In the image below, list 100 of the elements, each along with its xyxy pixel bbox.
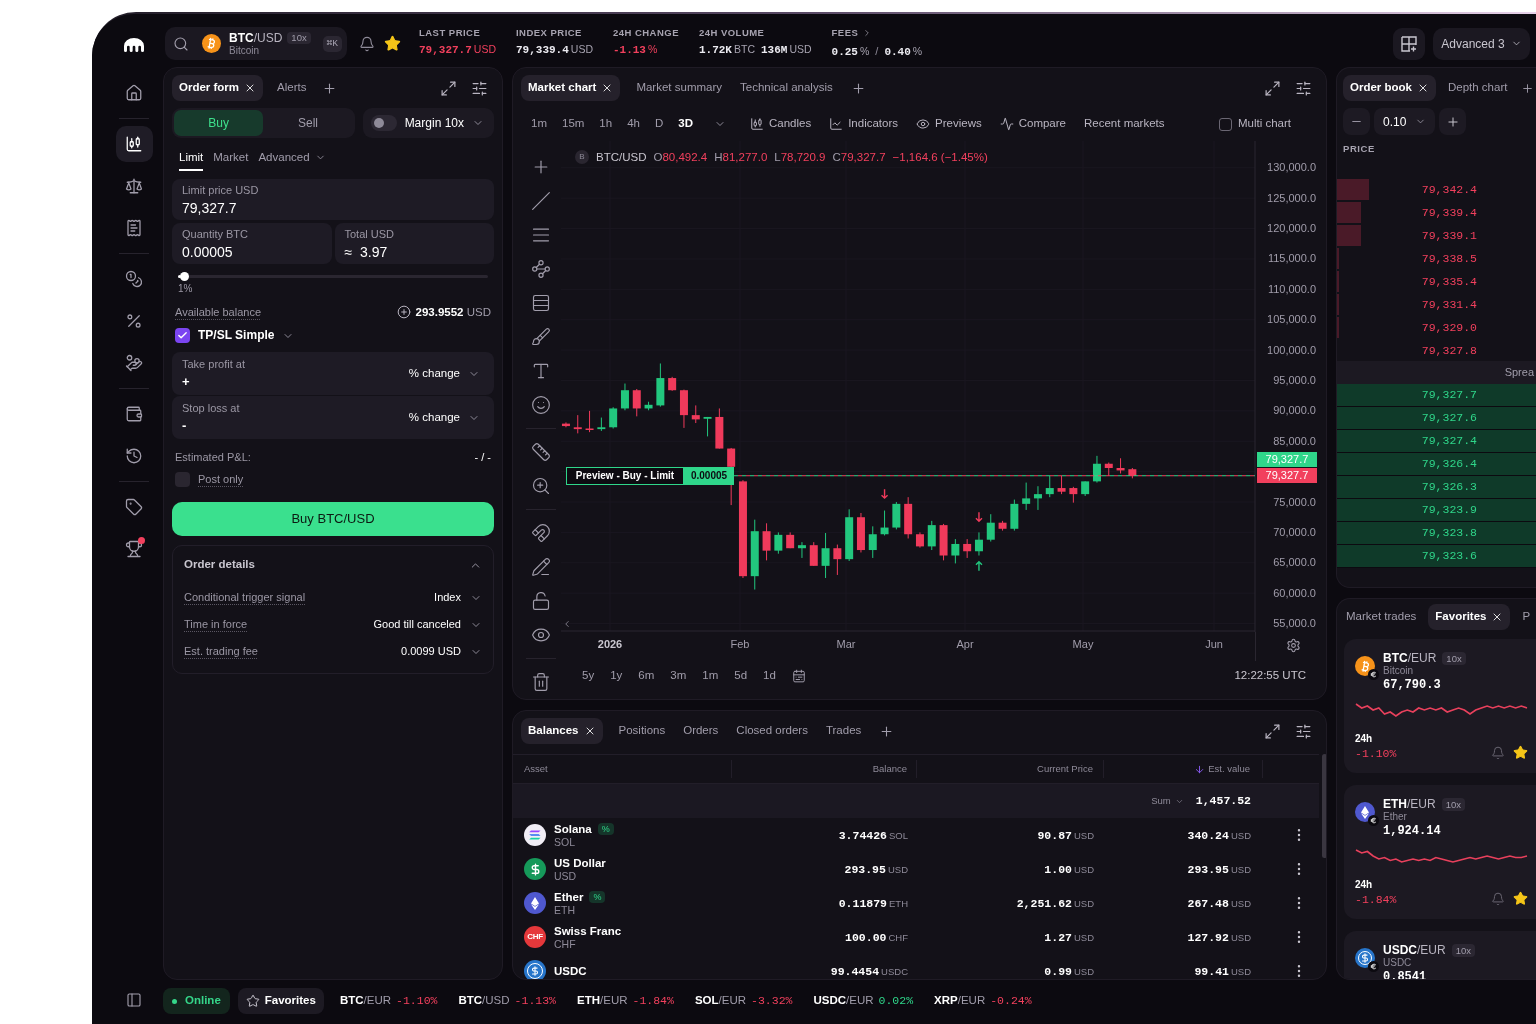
ask-row[interactable]: 79,339.1 (1337, 224, 1536, 247)
interval-tab[interactable]: 3D (678, 115, 693, 133)
toolbar-button[interactable]: Indicators (829, 115, 899, 133)
ask-row[interactable]: 79,329.0 (1337, 316, 1536, 339)
toolbar-button[interactable]: Candles (749, 115, 812, 133)
column-header[interactable]: Balance (872, 761, 907, 777)
range-button[interactable]: 1d (763, 667, 776, 685)
star-icon[interactable] (1513, 745, 1528, 760)
checkbox[interactable] (175, 472, 190, 487)
logo-icon[interactable] (124, 38, 144, 52)
text-tool-icon[interactable] (531, 361, 551, 381)
tab[interactable]: Balances (521, 718, 603, 744)
tab[interactable]: Technical analysis (738, 75, 835, 101)
ticker-item[interactable]: SOL/EUR -3.32% (694, 992, 793, 1010)
favorite-card[interactable]: ETH/EUR 10x Ether 1,924.14 24h -1.84% (1344, 785, 1536, 919)
multi-chart-label[interactable]: Multi chart (1237, 115, 1291, 133)
expand-icon[interactable] (1264, 79, 1281, 97)
detail-select[interactable]: Index (434, 589, 482, 606)
bid-row[interactable]: 79,327.7 (1337, 384, 1536, 407)
range-button[interactable]: 3m (670, 667, 687, 685)
total-field[interactable]: Total USD ≈ 3.97 (334, 223, 494, 264)
favorites-button[interactable]: Favorites (237, 988, 324, 1014)
bid-row[interactable]: 79,327.4 (1337, 430, 1536, 453)
range-button[interactable]: 1m (702, 667, 719, 685)
toolbar-button[interactable]: Compare (999, 115, 1066, 133)
margin-control[interactable]: Margin 10x (362, 108, 494, 138)
interval-tab[interactable]: 4h (627, 115, 640, 133)
ask-row[interactable]: 79,335.4 (1337, 270, 1536, 293)
add-tab-icon[interactable] (1521, 81, 1535, 95)
star-icon[interactable] (1513, 891, 1528, 906)
rows-icon[interactable] (531, 293, 551, 313)
tab[interactable]: Closed orders (734, 718, 810, 744)
add-layout-button[interactable] (1393, 27, 1425, 60)
expand-icon[interactable] (440, 79, 457, 97)
market-search-field[interactable]: BTC/USD 10x Bitcoin ⌘K (165, 27, 347, 60)
settings-icon[interactable] (1286, 638, 1301, 653)
buy-button[interactable]: Buy BTC/USD (172, 502, 494, 536)
range-button[interactable]: 5d (734, 667, 748, 685)
pencil-icon[interactable] (531, 557, 551, 577)
sidebar-toggle-icon[interactable] (126, 992, 142, 1008)
bid-row[interactable]: 79,326.3 (1337, 476, 1536, 499)
calendar-icon[interactable] (791, 669, 806, 683)
ask-row[interactable]: 79,327.8 (1337, 339, 1536, 362)
side-tab[interactable]: Buy (174, 110, 264, 136)
interval-tab[interactable]: 15m (562, 115, 585, 133)
bid-row[interactable]: 79,326.4 (1337, 453, 1536, 476)
ruler-icon[interactable] (531, 442, 551, 462)
tick-size-select[interactable]: 0.10 (1374, 108, 1435, 135)
brush-icon[interactable] (531, 327, 551, 347)
bell-icon[interactable] (359, 35, 375, 52)
checkbox[interactable] (1218, 117, 1232, 131)
stop-loss-field[interactable]: Stop loss at - % change (172, 396, 494, 439)
quantity-field[interactable]: Quantity BTC 0.00005 (172, 223, 332, 264)
side-tab[interactable]: Sell (263, 110, 353, 136)
ticker-item[interactable]: BTC/USD -1.13% (458, 992, 556, 1010)
scrollbar[interactable] (1322, 754, 1326, 858)
add-tab-icon[interactable] (322, 80, 338, 96)
tab[interactable]: Depth chart (1446, 75, 1510, 101)
mode-select[interactable]: % change (408, 364, 480, 383)
sum-select[interactable]: Sum (1151, 793, 1184, 809)
ask-row[interactable]: 79,342.4 (1337, 178, 1536, 201)
bell-icon[interactable] (1491, 891, 1505, 906)
interval-tab[interactable]: 1m (531, 115, 547, 133)
ticker-item[interactable]: XRP/EUR -0.24% (934, 992, 1032, 1010)
star-icon[interactable] (384, 35, 401, 52)
toolbar-button[interactable]: Previews (916, 115, 982, 133)
sidebar-item[interactable] (115, 126, 153, 162)
tab[interactable]: Market trades (1344, 604, 1419, 630)
bid-row[interactable]: 79,327.6 (1337, 407, 1536, 430)
ask-row[interactable]: 79,331.4 (1337, 293, 1536, 316)
range-button[interactable]: 6m (638, 667, 655, 685)
range-button[interactable]: 5y (582, 667, 595, 685)
ticker-item[interactable]: BTC/EUR -1.10% (339, 992, 438, 1010)
layout-dropdown[interactable]: Advanced 3 (1433, 27, 1530, 60)
favorite-card[interactable]: BTC/EUR 10x Bitcoin 67,790.3 24h -1.10% (1344, 639, 1536, 773)
add-tab-icon[interactable] (879, 723, 895, 739)
magnet-icon[interactable] (531, 523, 551, 543)
tab[interactable]: Market chart (521, 75, 621, 101)
interval-tab[interactable]: 1h (599, 115, 613, 133)
bid-row[interactable]: 79,323.9 (1337, 499, 1536, 522)
tab[interactable]: Market summary (634, 75, 724, 101)
column-header[interactable]: Current Price (1037, 761, 1093, 777)
zoom-in-icon[interactable] (531, 476, 551, 496)
add-circle-icon[interactable] (396, 305, 411, 319)
ask-row[interactable]: 79,339.4 (1337, 201, 1536, 224)
trash-icon[interactable] (531, 672, 551, 692)
tab[interactable]: Positions (616, 718, 668, 744)
order-type-tab[interactable]: Market (213, 150, 249, 171)
range-button[interactable]: 1y (610, 667, 623, 685)
take-profit-field[interactable]: Take profit at + % change (172, 352, 494, 395)
smiley-icon[interactable] (531, 395, 551, 415)
bid-row[interactable]: 79,323.8 (1337, 522, 1536, 545)
tab[interactable]: Trades (823, 718, 864, 744)
toolbar-button[interactable]: Recent markets (1084, 115, 1165, 133)
tab[interactable]: Orders (681, 718, 721, 744)
ticker-item[interactable]: ETH/EUR -1.84% (577, 992, 674, 1010)
add-tab-icon[interactable] (850, 80, 866, 96)
detail-select[interactable]: 0.0099 USD (401, 643, 482, 660)
tab[interactable]: Favorites (1428, 604, 1511, 630)
bid-row[interactable]: 79,323.6 (1337, 545, 1536, 568)
